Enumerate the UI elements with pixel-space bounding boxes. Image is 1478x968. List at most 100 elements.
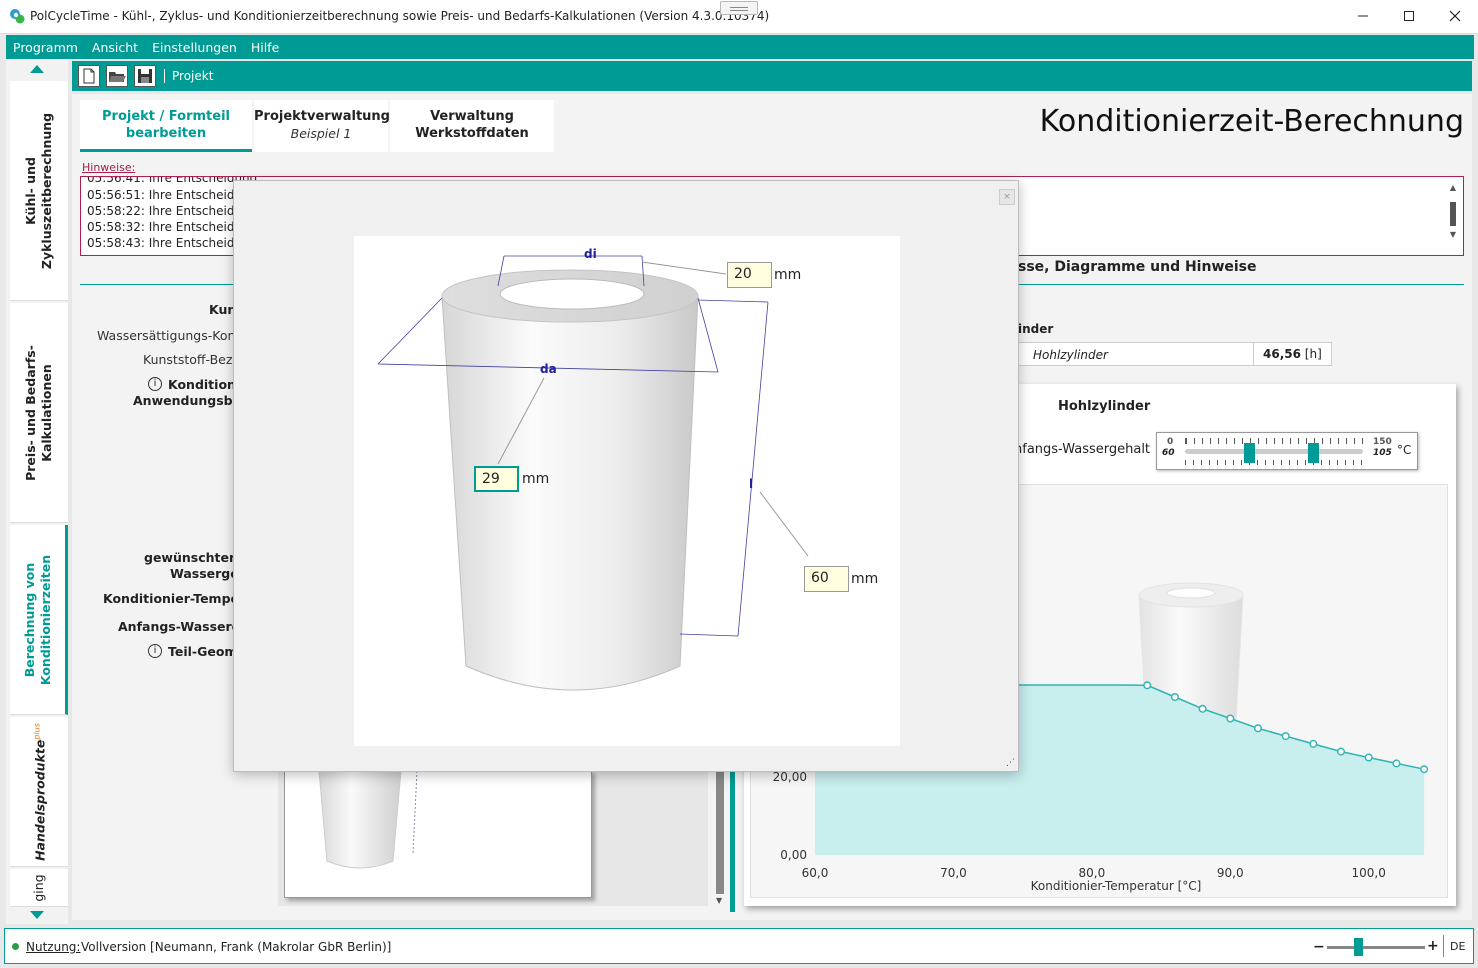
results-section-title: sse, Diagramme und Hinweise	[1018, 259, 1257, 275]
plus-badge: plus	[32, 722, 42, 740]
x-tick-label: 80,0	[1078, 866, 1105, 880]
status-value: Vollversion [Neumann, Frank (Makrolar Gb…	[81, 940, 392, 954]
slider-min-top: 0	[1167, 437, 1174, 447]
slider-min-bottom: 60	[1162, 448, 1175, 458]
chart-point[interactable]	[1281, 732, 1290, 741]
slider-handle-low[interactable]	[1244, 443, 1255, 463]
chart-point[interactable]	[1392, 759, 1401, 768]
chart-point[interactable]	[1198, 704, 1207, 713]
scroll-down-icon[interactable]	[30, 911, 44, 919]
preview-scrollbar[interactable]	[716, 770, 724, 894]
dim-label-da: da	[540, 362, 557, 376]
slider-ticks	[1185, 438, 1363, 444]
hints-label[interactable]: Hinweise:	[82, 161, 135, 174]
chart-point[interactable]	[1420, 765, 1429, 774]
tab-werkstoffdaten[interactable]: Verwaltung Werkstoffdaten	[390, 100, 554, 152]
scrollbar-thumb[interactable]	[1450, 202, 1456, 226]
maximize-icon	[1404, 11, 1414, 21]
chart-point[interactable]	[1337, 747, 1346, 756]
hollow-cylinder-icon: di da l	[377, 247, 809, 691]
l-input[interactable]: 60	[804, 566, 849, 592]
nav-tab-kalkulationen-label-2: Kalkulationen	[39, 363, 54, 462]
zoom-in-icon[interactable]: +	[1427, 938, 1439, 954]
da-unit: mm	[522, 471, 550, 487]
chart-point[interactable]	[1254, 724, 1263, 733]
status-label[interactable]: Nutzung:	[26, 940, 80, 954]
language-indicator[interactable]: DE	[1450, 940, 1465, 953]
y-tick-label: 0,00	[780, 848, 807, 862]
status-bar: Nutzung: Vollversion [Neumann, Frank (Ma…	[4, 928, 1474, 964]
menu-bar: Programm Ansicht Einstellungen Hilfe	[6, 35, 1474, 59]
hints-scrollbar[interactable]: ▲ ▼	[1447, 183, 1459, 249]
x-tick-label: 70,0	[940, 866, 967, 880]
open-folder-icon	[109, 72, 126, 82]
results-shape-cell: Hohlzylinder	[1033, 348, 1108, 362]
chart-point[interactable]	[1143, 681, 1152, 690]
x-tick-label: 100,0	[1352, 866, 1386, 880]
resize-grip-icon[interactable]: ⋰	[1006, 758, 1015, 768]
x-tick-label: 90,0	[1217, 866, 1244, 880]
scroll-up-arrow-icon[interactable]: ▲	[1447, 183, 1459, 192]
da-input[interactable]: 29	[474, 466, 519, 492]
close-button[interactable]	[1432, 4, 1478, 28]
di-input[interactable]: 20	[727, 262, 772, 288]
slider-handle-high[interactable]	[1308, 443, 1319, 463]
tab-projektverwaltung[interactable]: Projektverwaltung Beispiel 1	[254, 100, 390, 152]
nav-tab-konditionierzeiten[interactable]: Berechnung von Konditionierzeiten	[10, 525, 68, 715]
section-divider	[1018, 284, 1464, 285]
menu-hilfe[interactable]: Hilfe	[244, 40, 286, 55]
info-icon[interactable]: i	[148, 377, 162, 391]
info-icon[interactable]: i	[148, 644, 162, 658]
save-button[interactable]	[134, 65, 156, 87]
tab-projektverwaltung-project: Beispiel 1	[290, 126, 352, 141]
maximize-button[interactable]	[1386, 4, 1432, 28]
range-slider[interactable]: 0 60 150 105 °C	[1156, 432, 1418, 470]
chart-point[interactable]	[1309, 739, 1318, 748]
y-tick-label: 20,00	[773, 770, 807, 784]
tab-werkstoffdaten-line2: Werkstoffdaten	[415, 126, 529, 141]
chart-point[interactable]	[1364, 753, 1373, 762]
chart-point[interactable]	[1226, 714, 1235, 723]
status-divider	[1443, 935, 1444, 957]
close-icon	[1449, 10, 1461, 22]
status-dot-icon	[12, 943, 19, 950]
hint-line: 05:58:43: Ihre Entscheidung	[87, 236, 258, 250]
nav-tab-handelsprodukte[interactable]: Handelsprodukteplus	[10, 717, 68, 867]
zoom-slider-track[interactable]	[1327, 946, 1425, 949]
scroll-down-arrow-icon[interactable]: ▼	[1447, 230, 1459, 239]
tab-projekt-formteil-line1: Projekt / Formteil	[102, 109, 230, 124]
nav-tab-kuehlzeit[interactable]: Kühl- und Zykluszeitberechnung	[10, 81, 68, 301]
window-title: PolCycleTime - Kühl-, Zyklus- und Kondit…	[30, 9, 770, 23]
x-axis-label: Konditionier-Temperatur [°C]	[1031, 879, 1202, 893]
preview-scroll-down-icon[interactable]: ▼	[716, 896, 722, 905]
menu-ansicht[interactable]: Ansicht	[85, 40, 145, 55]
nav-tab-cut[interactable]: ging	[10, 869, 68, 907]
dim-label-di: di	[584, 247, 597, 261]
scroll-up-icon[interactable]	[30, 65, 44, 73]
panel-splitter[interactable]	[730, 770, 735, 912]
x-tick-label: 60,0	[802, 866, 829, 880]
geometry-dialog: × di da l 20 mm 29 mm 60 mm ⋰	[233, 180, 1019, 772]
tab-projekt-formteil[interactable]: Projekt / Formteil bearbeiten	[80, 100, 252, 152]
hint-line: 05:56:41: Ihre Entscheidung	[87, 176, 258, 185]
zoom-out-icon[interactable]: −	[1313, 939, 1325, 955]
chart-point[interactable]	[1170, 692, 1179, 701]
results-unit: [h]	[1304, 347, 1322, 361]
geometry-preview-frame: ▼	[278, 770, 724, 906]
nav-tab-konditionierzeiten-label-2: Konditionierzeiten	[37, 554, 53, 685]
tab-projektverwaltung-line1: Projektverwaltung	[254, 109, 390, 124]
new-file-button[interactable]	[78, 65, 100, 87]
menu-einstellungen[interactable]: Einstellungen	[145, 40, 244, 55]
title-grip-icon[interactable]	[720, 1, 758, 15]
cell-divider	[1253, 343, 1254, 365]
slider-label: nfangs-Wassergehalt	[1014, 442, 1151, 457]
title-bar: PolCycleTime - Kühl-, Zyklus- und Kondit…	[0, 0, 1478, 34]
geometry-preview-image	[284, 770, 592, 898]
menu-programm[interactable]: Programm	[6, 40, 85, 55]
dialog-close-button[interactable]: ×	[999, 189, 1015, 205]
open-folder-button[interactable]	[106, 65, 128, 87]
slider-track[interactable]	[1185, 449, 1363, 454]
zoom-slider-handle[interactable]	[1354, 938, 1363, 956]
minimize-button[interactable]	[1340, 4, 1386, 28]
nav-tab-kalkulationen[interactable]: Preis- und Bedarfs- Kalkulationen	[10, 303, 68, 523]
